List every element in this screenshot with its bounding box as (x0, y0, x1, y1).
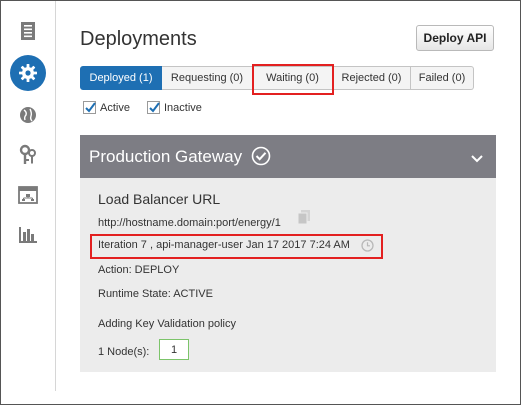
tab-requesting[interactable]: Requesting (0) (162, 66, 253, 90)
inactive-checkbox[interactable] (147, 101, 160, 114)
nodes-label: 1 Node(s): (98, 346, 150, 358)
sidebar-item-globe[interactable] (1, 94, 55, 136)
deploy-api-button[interactable]: Deploy API (416, 25, 494, 51)
tab-rejected[interactable]: Rejected (0) (333, 66, 411, 90)
gateway-header[interactable]: Production Gateway (80, 135, 496, 178)
sidebar-item-keys[interactable] (1, 134, 55, 176)
topology-icon (18, 186, 38, 204)
page-title: Deployments (80, 28, 197, 50)
sidebar-item-topology[interactable] (1, 174, 55, 216)
gear-icon (10, 55, 46, 91)
tab-deployed[interactable]: Deployed (1) (80, 66, 162, 90)
filter-inactive[interactable]: Inactive (147, 101, 202, 114)
filter-active[interactable]: Active (83, 101, 130, 114)
sidebar-item-analytics[interactable] (1, 214, 55, 256)
check-circle-icon (251, 146, 271, 171)
runtime-state: Runtime State: ACTIVE (98, 288, 213, 300)
document-list-icon (20, 21, 36, 41)
chevron-down-icon[interactable] (471, 150, 483, 168)
keys-icon (18, 144, 38, 166)
sidebar-item-deployments[interactable] (1, 52, 55, 94)
sidebar-divider (55, 1, 56, 391)
policy-status: Adding Key Validation policy (98, 318, 236, 330)
load-balancer-title: Load Balancer URL (98, 191, 221, 207)
sidebar-item-documents[interactable] (1, 10, 55, 52)
active-checkbox[interactable] (83, 101, 96, 114)
sidebar (1, 1, 55, 404)
waiting-tab-highlight (252, 64, 334, 95)
globe-icon (18, 105, 38, 125)
action-status: Action: DEPLOY (98, 264, 180, 276)
copy-icon[interactable] (297, 209, 311, 230)
nodes-count-badge[interactable]: 1 (159, 339, 189, 360)
load-balancer-url: http://hostname.domain:port/energy/1 (98, 217, 281, 229)
inactive-label: Inactive (164, 101, 202, 114)
active-label: Active (100, 101, 130, 114)
gateway-title: Production Gateway (89, 147, 243, 166)
tab-failed[interactable]: Failed (0) (411, 66, 474, 90)
bar-chart-icon (18, 226, 38, 244)
iteration-highlight (90, 234, 383, 259)
